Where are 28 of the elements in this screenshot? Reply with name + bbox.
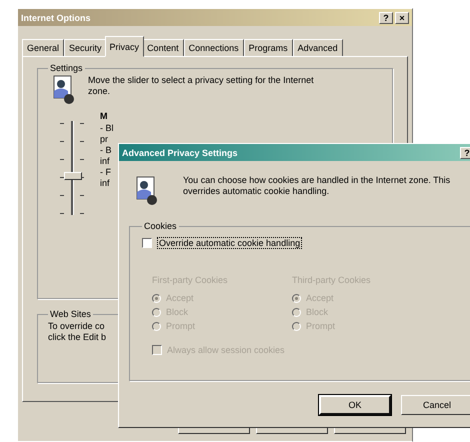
description-text: You can choose how cookies are handled in the Internet zone. This overrides automatic cookie handling. xyxy=(183,175,452,197)
checkbox[interactable] xyxy=(142,238,152,248)
dialog-button[interactable]: OK xyxy=(319,395,391,415)
slider-thumb[interactable] xyxy=(64,172,82,180)
window-title: Internet Options xyxy=(21,12,90,22)
level-title: M xyxy=(100,111,108,121)
group-title: Web Sites xyxy=(49,309,92,319)
web-sites-text: click the Edit b xyxy=(48,332,106,343)
level-text: - Bl xyxy=(100,123,114,134)
description-text: Move the slider to select a privacy setting for the Internet zone. xyxy=(88,75,315,97)
level-text: inf xyxy=(100,156,111,167)
dialog-button[interactable]: Cancel xyxy=(401,395,470,415)
tab[interactable]: Connections xyxy=(184,39,244,57)
title-button[interactable]: ? xyxy=(460,146,470,158)
tab[interactable]: Programs xyxy=(244,39,293,57)
tab[interactable]: Content xyxy=(142,39,184,57)
level-text: - F xyxy=(100,167,112,178)
dialog-title: Advanced Privacy Settings xyxy=(122,148,238,158)
group-title: Cookies xyxy=(143,221,178,231)
tab[interactable]: Privacy xyxy=(104,36,144,57)
level-text: - B xyxy=(100,145,113,156)
tab[interactable]: Advanced xyxy=(292,39,343,57)
web-sites-text: To override co xyxy=(48,321,105,332)
group-title: Settings xyxy=(49,63,84,73)
tab[interactable]: Security xyxy=(64,39,107,57)
tab[interactable]: General xyxy=(22,39,64,57)
level-text: inf xyxy=(100,178,111,189)
level-text: pr xyxy=(100,134,110,145)
